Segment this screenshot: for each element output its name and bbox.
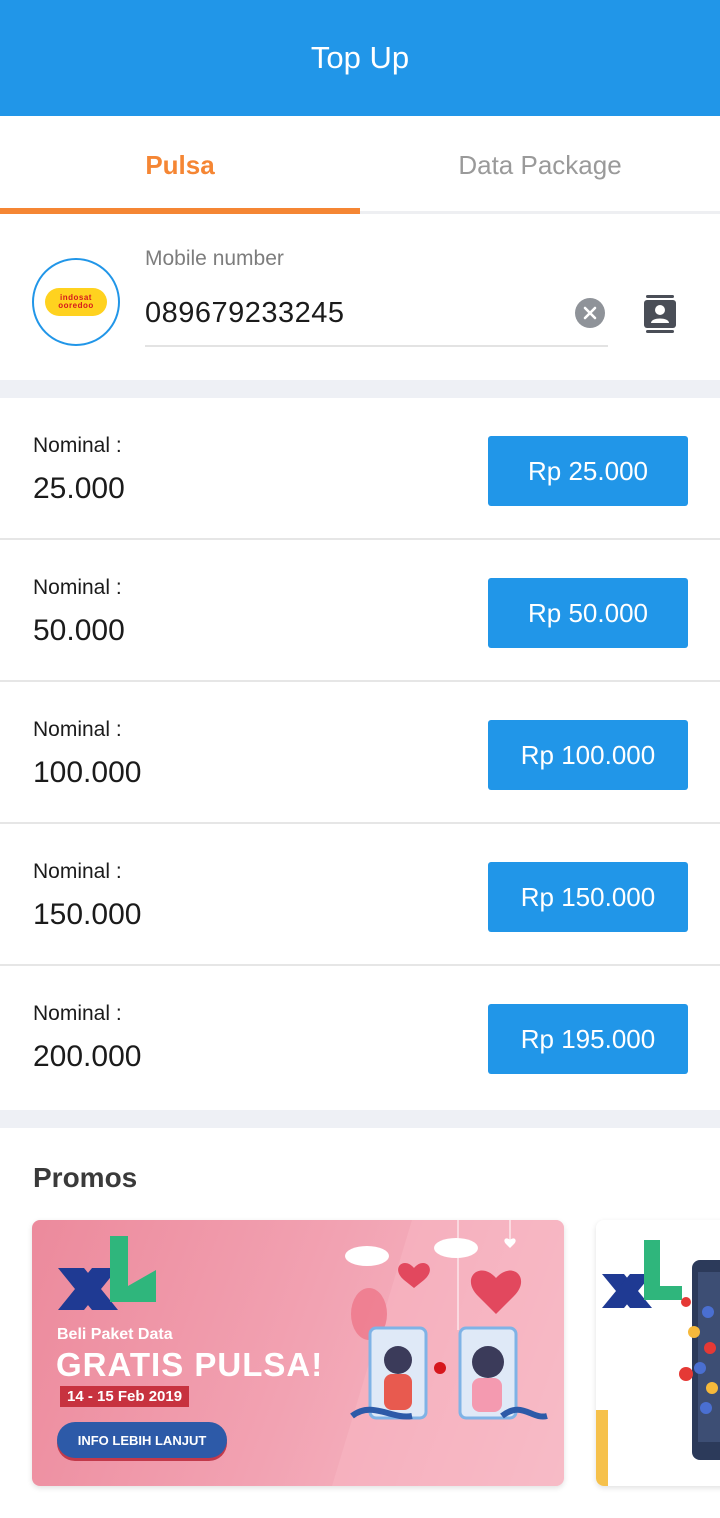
tab-pulsa[interactable]: Pulsa <box>0 116 360 214</box>
promo-info-button[interactable]: INFO LEBIH LANJUT <box>57 1422 227 1458</box>
section-divider <box>0 380 720 398</box>
page-title: Top Up <box>310 40 410 75</box>
promo-headline: GRATIS PULSA! <box>56 1346 324 1383</box>
nominal-label: Nominal : <box>33 860 122 883</box>
promo-banner[interactable] <box>596 1220 720 1486</box>
buy-price-button[interactable]: Rp 195.000 <box>488 1004 688 1074</box>
buy-price-button[interactable]: Rp 25.000 <box>488 436 688 506</box>
tab-data-package[interactable]: Data Package <box>360 116 720 214</box>
nominal-value: 50.000 <box>33 614 125 647</box>
nominal-row: Nominal : 200.000 Rp 195.000 <box>0 966 720 1108</box>
nominal-row: Nominal : 100.000 Rp 100.000 <box>0 682 720 824</box>
promo-banner[interactable]: Beli Paket Data GRATIS PULSA! 14 - 15 Fe… <box>32 1220 564 1486</box>
operator-logo-line2: ooredoo <box>58 301 94 310</box>
nominal-row: Nominal : 50.000 Rp 50.000 <box>0 540 720 682</box>
input-underline <box>145 345 608 347</box>
contact-book-button[interactable] <box>643 295 677 333</box>
nominal-value: 200.000 <box>33 1040 142 1073</box>
mobile-number-input[interactable] <box>145 291 565 335</box>
nominal-list: Nominal : 25.000 Rp 25.000 Nominal : 50.… <box>0 398 720 1108</box>
nominal-label: Nominal : <box>33 718 122 741</box>
close-icon <box>583 306 597 320</box>
buy-price-button[interactable]: Rp 150.000 <box>488 862 688 932</box>
promo-illustration <box>596 1240 720 1486</box>
app-header: Top Up <box>0 0 720 116</box>
nominal-row: Nominal : 25.000 Rp 25.000 <box>0 398 720 540</box>
nominal-row: Nominal : 150.000 Rp 150.000 <box>0 824 720 966</box>
contact-book-icon <box>644 295 676 333</box>
indosat-ooredoo-logo-icon: indosat ooredoo <box>45 288 107 316</box>
clear-input-button[interactable] <box>575 298 605 328</box>
nominal-value: 100.000 <box>33 756 142 789</box>
tab-bar: Pulsa Data Package <box>0 116 720 214</box>
section-divider <box>0 1110 720 1128</box>
mobile-number-label: Mobile number <box>145 247 284 270</box>
xl-logo-icon <box>602 1240 682 1308</box>
buy-price-button[interactable]: Rp 100.000 <box>488 720 688 790</box>
promos-title: Promos <box>33 1162 138 1193</box>
nominal-label: Nominal : <box>33 576 122 599</box>
nominal-value: 25.000 <box>33 472 125 505</box>
nominal-label: Nominal : <box>33 1002 122 1025</box>
mobile-number-section: indosat ooredoo Mobile number <box>0 217 720 380</box>
buy-price-button[interactable]: Rp 50.000 <box>488 578 688 648</box>
operator-logo: indosat ooredoo <box>32 258 120 346</box>
nominal-label: Nominal : <box>33 434 122 457</box>
nominal-value: 150.000 <box>33 898 142 931</box>
xl-logo-icon <box>58 1236 156 1310</box>
active-tab-indicator <box>0 208 360 214</box>
promo-subtitle: Beli Paket Data <box>57 1326 173 1343</box>
promo-date: 14 - 15 Feb 2019 <box>60 1386 190 1407</box>
